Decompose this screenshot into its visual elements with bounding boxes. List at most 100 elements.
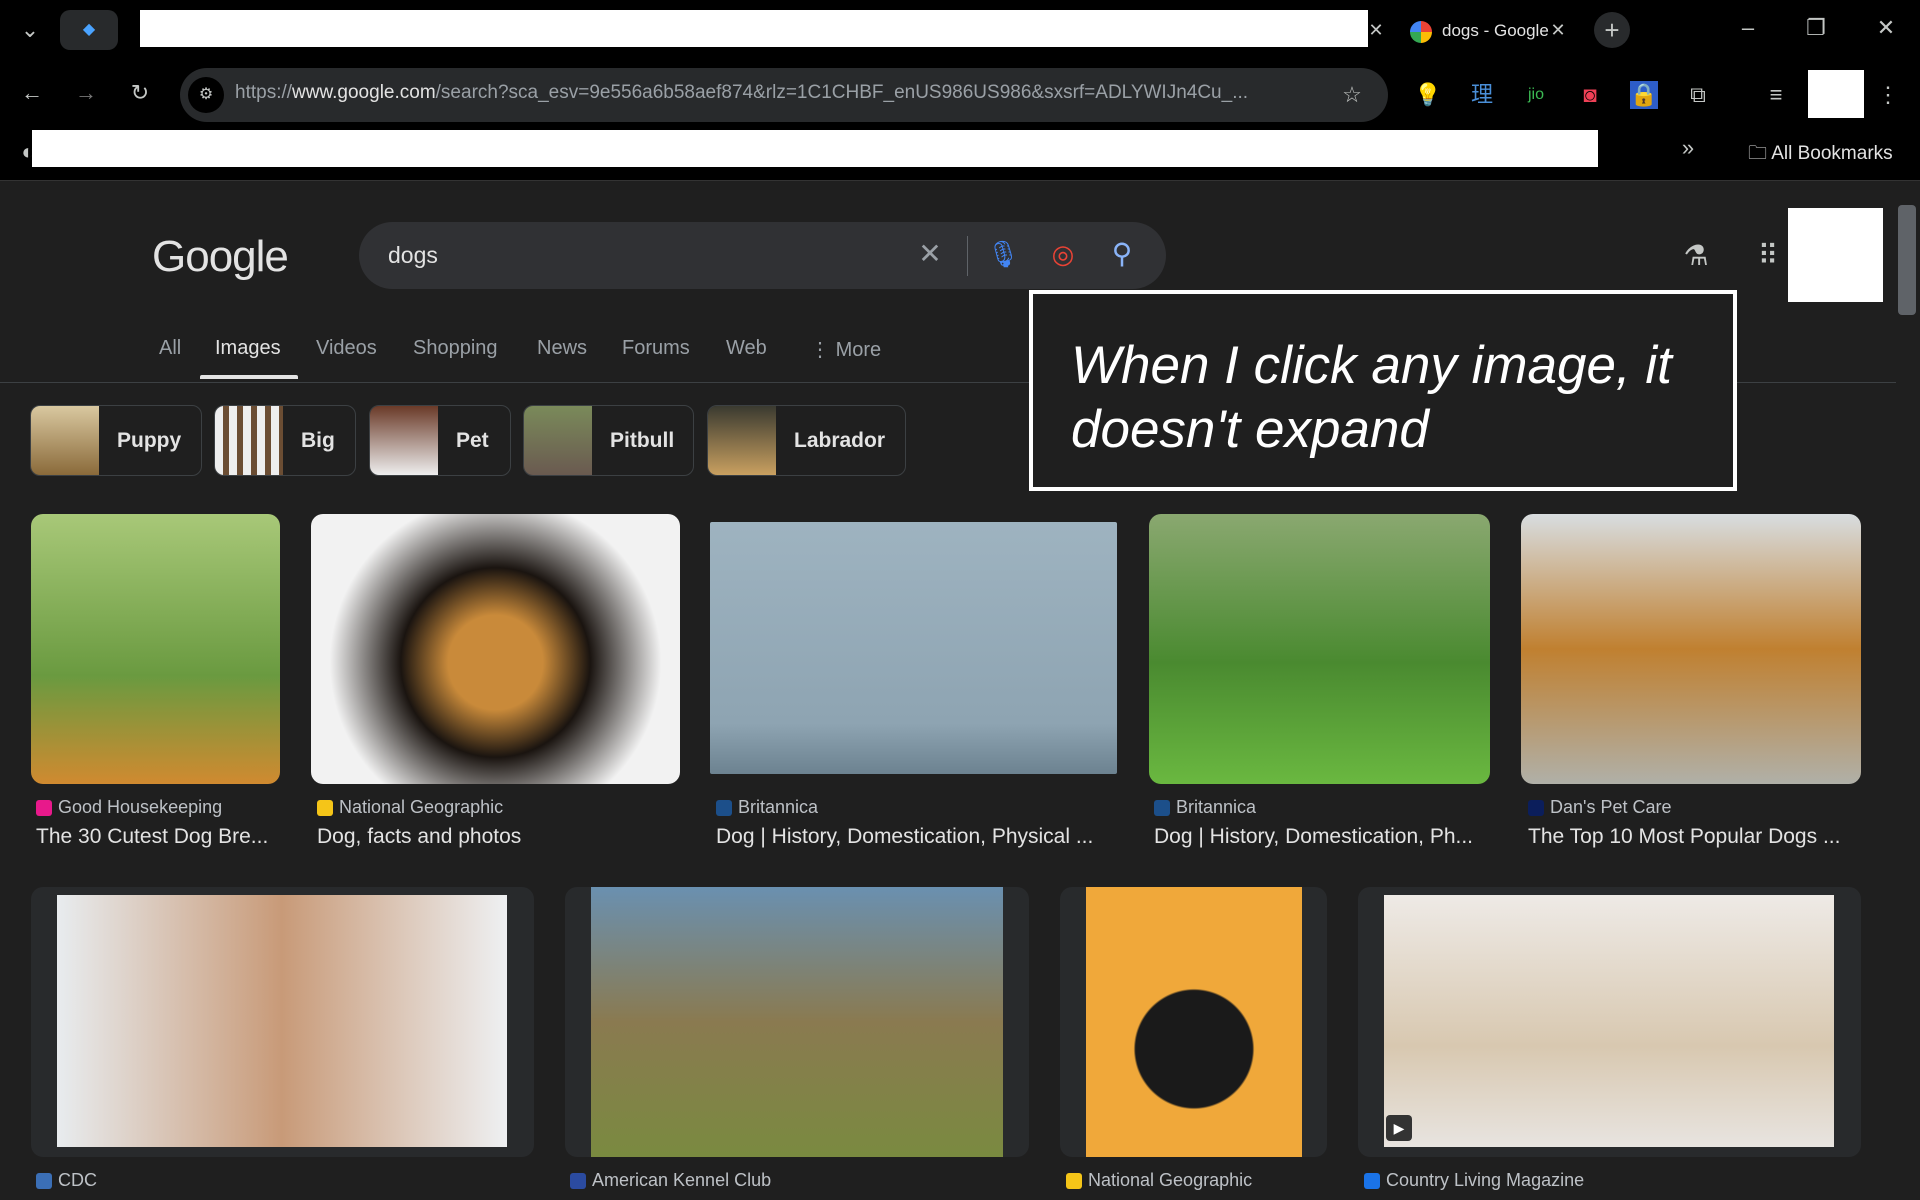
chip-label: Labrador [794,428,886,452]
extensions-puzzle-icon[interactable]: ⧉ [1680,77,1716,113]
lens-camera-icon[interactable]: ◎ [1045,236,1081,272]
source-favicon-icon [1154,799,1170,816]
chip-pitbull[interactable]: Pitbull [523,405,694,476]
close-tab-icon[interactable]: ✕ [1358,12,1394,48]
redacted-profile[interactable] [1808,70,1864,118]
result-title[interactable]: The 30 Cutest Dog Bre... [36,825,268,849]
result-source[interactable]: National Geographic [317,797,503,818]
image-result-cavapoo[interactable] [57,895,507,1147]
video-play-icon: ▶ [1386,1115,1412,1141]
tab-web[interactable]: Web [726,337,767,360]
chip-label: Pitbull [610,428,675,452]
all-bookmarks-button[interactable]: 🗀 All Bookmarks [1748,139,1893,171]
result-title[interactable]: The Top 10 Most Popular Dogs ... [1528,825,1840,849]
result-source[interactable]: CDC [36,1170,97,1191]
apps-grid-icon[interactable]: ⠿ [1750,238,1786,274]
result-source[interactable]: American Kennel Club [570,1170,771,1191]
result-title[interactable]: Dog | History, Domestication, Physical .… [716,825,1093,849]
result-title[interactable]: Dog, facts and photos [317,825,521,849]
tab-search-chevron-icon[interactable]: ⌄ [12,12,48,48]
source-favicon-icon [317,799,333,816]
result-source[interactable]: Dan's Pet Care [1528,797,1672,818]
site-info-icon[interactable]: ⚙ [188,77,224,113]
new-tab-icon[interactable]: + [1594,12,1630,48]
more-bookmarks-chevron-icon[interactable]: » [1670,130,1706,166]
redacted-account[interactable] [1788,208,1883,302]
source-favicon-icon [1066,1172,1082,1189]
close-window-icon[interactable]: ✕ [1868,10,1904,46]
source-favicon-icon [1528,799,1544,816]
menu-kebab-icon[interactable]: ⋮ [1870,77,1906,113]
result-source[interactable]: National Geographic [1066,1170,1252,1191]
image-result-black-dog[interactable] [1086,887,1302,1157]
image-result-puppy[interactable] [31,514,280,784]
chip-label: Pet [456,428,489,452]
chip-thumbnail [524,406,592,475]
chip-big[interactable]: Big [214,405,356,476]
image-card[interactable] [31,887,534,1157]
tab-news[interactable]: News [537,337,587,360]
extension-lock-icon[interactable]: 🔒 [1630,81,1658,109]
redacted-tabs [140,10,1368,47]
scrollbar-thumb[interactable] [1898,205,1916,315]
image-result-golden-retriever[interactable] [1521,514,1861,784]
tab-forums[interactable]: Forums [622,337,690,360]
forward-icon[interactable]: → [68,75,104,111]
google-logo[interactable]: Google [152,232,289,282]
active-tab-indicator [200,375,298,379]
image-result-bernese-puppy[interactable] [311,514,680,784]
annotation-callout: When I click any image, it doesn't expan… [1029,290,1737,491]
tab-images[interactable]: Images [215,337,281,360]
url-text[interactable]: https://www.google.com/search?sca_esv=9e… [235,82,1248,104]
search-icon[interactable]: ⚲ [1104,236,1140,272]
reload-icon[interactable]: ↻ [122,75,158,111]
pinned-tab-icon[interactable]: ◆ [60,10,118,50]
image-card[interactable] [565,887,1029,1157]
tab-videos[interactable]: Videos [316,337,377,360]
chip-thumbnail [370,406,438,475]
image-card[interactable]: ▶ [1358,887,1861,1157]
source-favicon-icon [1364,1172,1380,1189]
image-result-size-chart[interactable] [710,522,1117,774]
source-favicon-icon [36,1172,52,1189]
back-icon[interactable]: ← [14,75,50,111]
extension-bulb-icon[interactable]: 💡 [1410,77,1446,113]
chip-label: Puppy [117,428,182,452]
microphone-icon[interactable]: 🎙 [985,236,1021,272]
tab-more[interactable]: ⋮ More [810,337,881,362]
search-input[interactable]: dogs [388,242,438,269]
chip-puppy[interactable]: Puppy [30,405,202,476]
extension-jio-icon[interactable]: jio [1518,77,1554,113]
extension-kanji-icon[interactable]: 理 [1464,77,1500,113]
bookmarks-bar: ◐ » 🗀 All Bookmarks [0,126,1920,181]
minimize-icon[interactable]: – [1730,10,1766,46]
chip-thumbnail [31,406,99,475]
chip-labrador[interactable]: Labrador [707,405,906,476]
image-result-puppies-row[interactable] [1384,895,1834,1147]
chip-label: Big [301,428,335,452]
restore-icon[interactable]: ❐ [1798,10,1834,46]
result-title[interactable]: Dog | History, Domestication, Ph... [1154,825,1473,849]
all-bookmarks-label: All Bookmarks [1771,143,1893,164]
result-source[interactable]: Good Housekeeping [36,797,222,818]
close-tab-icon[interactable]: ✕ [1540,12,1576,48]
tab-shopping[interactable]: Shopping [413,337,498,360]
clear-search-icon[interactable]: ✕ [912,236,948,272]
labs-flask-icon[interactable]: ⚗ [1678,238,1714,274]
result-source[interactable]: Britannica [1154,797,1256,818]
tab-all[interactable]: All [159,337,181,360]
result-source[interactable]: Britannica [716,797,818,818]
image-card[interactable] [1060,887,1327,1157]
pocket-icon[interactable]: ◙ [1572,77,1608,113]
chip-thumbnail [708,406,776,475]
scrollbar[interactable] [1896,181,1920,1200]
image-result-aussie-puppies[interactable] [591,887,1003,1157]
image-result-german-shepherd[interactable] [1149,514,1490,784]
chip-pet[interactable]: Pet [369,405,511,476]
tab-strip: ⌄ ◆ ✕ dogs - Google ✕ + – ❐ ✕ [0,0,1920,60]
bookmark-star-icon[interactable]: ☆ [1334,77,1370,113]
source-favicon-icon [716,799,732,816]
media-control-icon[interactable]: ≡ [1758,77,1794,113]
more-kebab-icon: ⋮ [810,339,836,361]
result-source[interactable]: Country Living Magazine [1364,1170,1584,1191]
